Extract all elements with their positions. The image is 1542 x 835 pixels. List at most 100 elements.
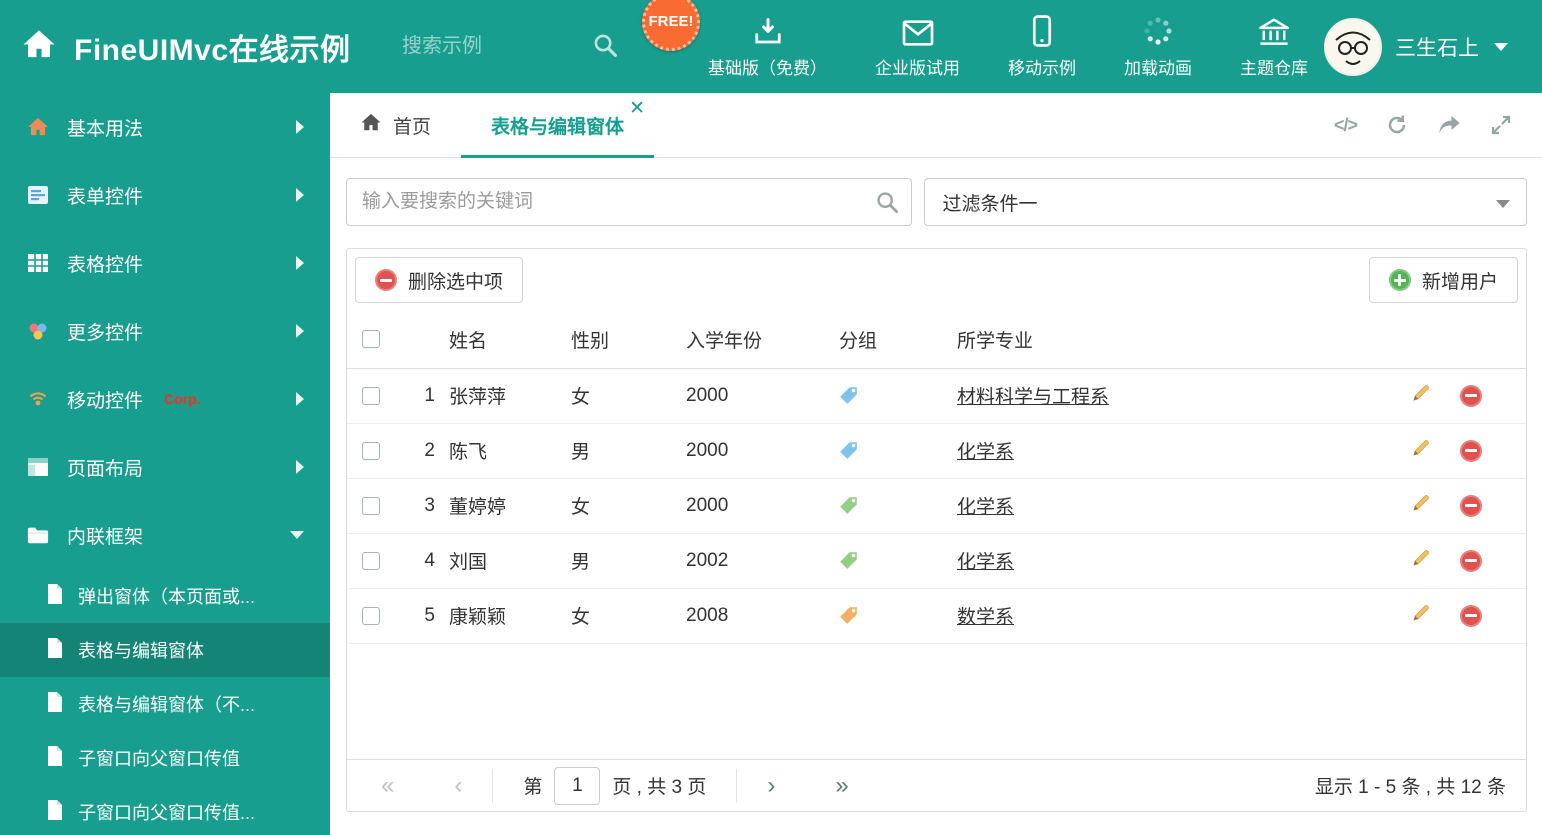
search-icon[interactable] [592, 32, 618, 63]
refresh-icon[interactable] [1385, 114, 1409, 136]
row-checkbox[interactable] [362, 386, 380, 405]
delete-selected-button[interactable]: 删除选中项 [355, 257, 524, 303]
nav-mobile-demo[interactable]: 移动示例 [1008, 14, 1076, 79]
cell-year: 2000 [686, 384, 729, 406]
delete-icon[interactable] [1460, 494, 1482, 517]
select-all-checkbox[interactable] [362, 330, 380, 349]
column-header-actions [1376, 311, 1526, 369]
tag-icon [839, 386, 957, 405]
sidebar-subitem-popup-window[interactable]: 弹出窗体（本页面或... [0, 569, 330, 623]
add-user-button[interactable]: 新增用户 [1368, 257, 1518, 303]
table-row[interactable]: 1 张萍萍 女 2000 材料科学与工程系 [347, 368, 1526, 423]
home-icon [360, 113, 382, 138]
prev-page-button[interactable]: ‹ [454, 773, 462, 798]
sidebar-subitem-label: 子窗口向父窗口传值 [78, 749, 240, 769]
major-link[interactable]: 化学系 [957, 442, 1014, 463]
expand-icon[interactable] [1490, 114, 1512, 136]
nav-label: 加载动画 [1124, 58, 1192, 78]
tab-home[interactable]: 首页 [330, 93, 461, 157]
first-page-button[interactable]: « [381, 773, 394, 798]
sidebar-item-label: 表格控件 [67, 254, 144, 276]
user-menu[interactable]: 三生石上 [1324, 17, 1542, 76]
edit-icon[interactable] [1410, 437, 1432, 465]
last-page-button[interactable]: » [835, 773, 848, 798]
spinner-icon [1142, 15, 1174, 47]
file-icon [46, 691, 64, 718]
row-number: 1 [424, 384, 435, 406]
row-checkbox[interactable] [362, 606, 380, 625]
top-header: FineUIMvc在线示例 FREE! 基础版（免费） 企业版试用 [0, 0, 1542, 93]
row-number: 4 [424, 549, 435, 571]
sidebar-subitem-child-to-parent-2[interactable]: 子窗口向父窗口传值... [0, 785, 330, 835]
sidebar-item-form-controls[interactable]: 表单控件 [0, 161, 330, 229]
sidebar-item-grid-controls[interactable]: 表格控件 [0, 229, 330, 297]
main-area: 首页 表格与编辑窗体 ✕ </> 输入要搜索的关键词 过滤条件一 删除选中项 新… [330, 93, 1542, 835]
nav-label: 移动示例 [1008, 58, 1076, 78]
major-link[interactable]: 化学系 [957, 497, 1014, 518]
delete-icon[interactable] [1460, 604, 1482, 627]
nav-label: 主题仓库 [1240, 58, 1308, 78]
sidebar-subitem-label: 表格与编辑窗体 [78, 641, 204, 661]
sidebar-item-mobile-controls[interactable]: 移动控件 Corp. [0, 365, 330, 433]
sidebar-item-page-layout[interactable]: 页面布局 [0, 433, 330, 501]
sidebar-subitem-label: 子窗口向父窗口传值... [78, 803, 256, 823]
major-link[interactable]: 数学系 [957, 607, 1014, 628]
sidebar-item-label: 表单控件 [67, 186, 144, 208]
column-header-gender: 性别 [571, 311, 686, 369]
close-icon[interactable]: ✕ [629, 99, 645, 118]
sidebar-item-more-controls[interactable]: 更多控件 [0, 297, 330, 365]
edit-icon[interactable] [1410, 382, 1432, 410]
row-checkbox[interactable] [362, 496, 380, 515]
share-icon[interactable] [1437, 115, 1462, 135]
row-number: 2 [424, 439, 435, 461]
cell-name: 陈飞 [449, 442, 488, 463]
tab-grid-edit-window[interactable]: 表格与编辑窗体 ✕ [461, 93, 655, 158]
edit-icon[interactable] [1410, 602, 1432, 630]
edit-icon[interactable] [1410, 492, 1432, 520]
table-row[interactable]: 2 陈飞 男 2000 化学系 [347, 423, 1526, 478]
delete-icon[interactable] [1460, 549, 1482, 572]
mobile-icon [1032, 14, 1052, 47]
table-row[interactable]: 3 董婷婷 女 2000 化学系 [347, 478, 1526, 533]
brand[interactable]: FineUIMvc在线示例 [0, 25, 402, 69]
app-window: FineUIMvc在线示例 FREE! 基础版（免费） 企业版试用 [0, 0, 1542, 835]
nav-theme-repo[interactable]: 主题仓库 [1240, 15, 1308, 79]
major-link[interactable]: 材料科学与工程系 [957, 387, 1109, 408]
source-code-icon[interactable]: </> [1334, 115, 1358, 136]
column-header-year: 入学年份 [686, 311, 839, 369]
keyword-search-input[interactable] [346, 178, 912, 226]
bank-icon [1257, 15, 1291, 47]
filter-dropdown[interactable]: 过滤条件一 [923, 178, 1527, 226]
add-button-label: 新增用户 [1421, 271, 1498, 293]
cell-name: 刘国 [449, 552, 488, 573]
table-row[interactable]: 5 康颖颖 女 2008 数学系 [347, 588, 1526, 643]
cluster-icon [26, 321, 50, 341]
file-icon [46, 637, 64, 664]
search-icon[interactable] [875, 190, 899, 219]
delete-icon[interactable] [1460, 439, 1482, 462]
delete-icon[interactable] [1460, 384, 1482, 407]
edit-icon[interactable] [1410, 547, 1432, 575]
row-checkbox[interactable] [362, 551, 380, 570]
major-link[interactable]: 化学系 [957, 552, 1014, 573]
next-page-button[interactable]: › [767, 773, 775, 798]
sidebar-item-basic-usage[interactable]: 基本用法 [0, 93, 330, 161]
sidebar-subitem-grid-edit-window-2[interactable]: 表格与编辑窗体（不... [0, 677, 330, 731]
grid-panel: 删除选中项 新增用户 姓名 性别 入学年份 分组 所学专业 1 张萍萍 女 20… [346, 248, 1527, 812]
nav-basic-edition[interactable]: FREE! 基础版（免费） [642, 0, 827, 79]
sidebar-item-inline-frame[interactable]: 内联框架 [0, 501, 330, 569]
column-header-index [403, 311, 449, 369]
avatar [1324, 17, 1382, 76]
page-number-input[interactable] [554, 766, 601, 805]
header-search-input[interactable] [402, 35, 620, 58]
sidebar-subitem-grid-edit-window[interactable]: 表格与编辑窗体 [0, 623, 330, 677]
nav-loading-animation[interactable]: 加载动画 [1124, 15, 1192, 79]
row-number: 3 [424, 494, 435, 516]
corp-tag: Corp. [164, 391, 201, 407]
delete-button-label: 删除选中项 [408, 271, 504, 293]
table-row[interactable]: 4 刘国 男 2002 化学系 [347, 533, 1526, 588]
sidebar-subitem-child-to-parent[interactable]: 子窗口向父窗口传值 [0, 731, 330, 785]
row-checkbox[interactable] [362, 441, 380, 460]
nav-enterprise-trial[interactable]: 企业版试用 [875, 15, 960, 79]
column-header-name: 姓名 [449, 311, 571, 369]
